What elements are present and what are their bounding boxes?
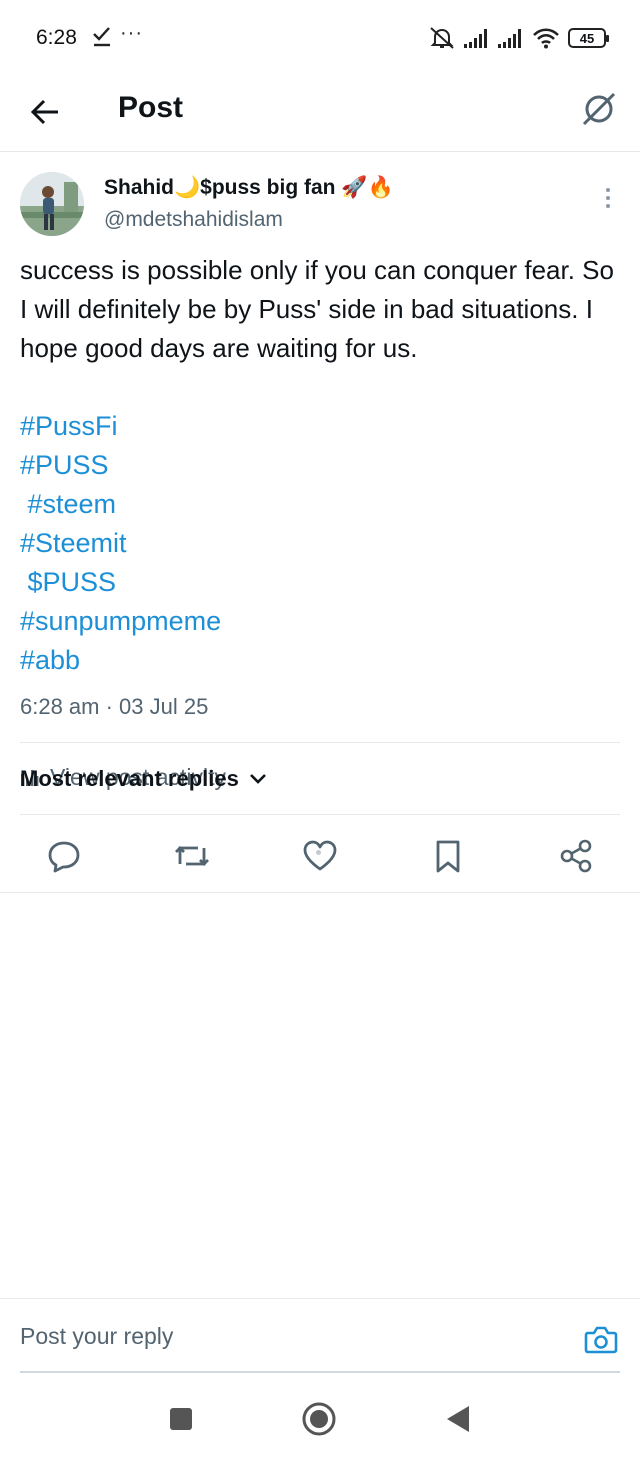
status-more-icon: ··· [120,22,143,44]
share-icon[interactable] [558,838,594,874]
status-bar: 6:28 ··· 45 [0,0,640,76]
hashtag-link[interactable]: #abb [20,641,221,680]
chevron-down-icon [249,774,266,784]
back-triangle-icon[interactable] [440,1400,478,1438]
hashtag-link[interactable]: #PUSS [20,446,221,485]
hashtag-link[interactable]: #PussFi [20,407,221,446]
author-display-name[interactable]: Shahid🌙$puss big fan 🚀🔥 [104,176,394,200]
reply-input[interactable] [20,1323,560,1350]
signal-icon-2 [498,29,521,48]
download-done-icon [93,27,110,47]
signal-icon [464,29,487,48]
system-navigation-bar [0,1380,640,1458]
more-options-icon[interactable] [600,186,616,210]
hashtag-link[interactable]: #Steemit [20,524,221,563]
muted-bell-icon [430,27,454,49]
replies-sort-label: Most relevant replies [20,766,239,791]
reply-input-underline [20,1371,620,1373]
post-action-bar [0,828,640,892]
avatar-photo [20,172,84,236]
replies-sort-dropdown[interactable]: Most relevant replies [20,766,267,792]
status-time: 6:28 [36,26,77,49]
avatar[interactable] [20,172,84,236]
post-timestamp[interactable]: 6:28 am · 03 Jul 25 [20,694,208,720]
status-indicators: 45 [428,26,609,50]
back-arrow-icon[interactable] [28,94,64,130]
author-handle[interactable]: @mdetshahidislam [104,208,283,232]
page-title: Post [118,91,184,124]
top-app-bar: Post [0,76,640,152]
post-body-text: success is possible only if you can conq… [20,255,614,363]
wifi-icon [533,28,559,49]
hashtag-list: #PussFi #PUSS #steem #Steemit $PUSS #sun… [20,407,221,680]
grok-icon[interactable] [580,88,618,128]
reply-icon[interactable] [46,838,82,874]
reply-composer [0,1298,640,1373]
hashtag-link[interactable]: #steem [20,485,221,524]
loading-indicator [316,850,321,855]
like-icon[interactable] [302,838,338,874]
camera-icon[interactable] [584,1325,618,1355]
bookmark-icon[interactable] [430,838,466,874]
divider [20,742,620,743]
repost-icon[interactable] [174,838,210,874]
hashtag-link[interactable]: #sunpumpmeme [20,602,221,641]
divider [20,814,620,815]
divider [0,892,640,893]
recent-apps-icon[interactable] [162,1400,200,1438]
battery-icon: 45 [568,28,609,48]
home-icon[interactable] [300,1400,338,1438]
cashtag-link[interactable]: $PUSS [20,563,221,602]
